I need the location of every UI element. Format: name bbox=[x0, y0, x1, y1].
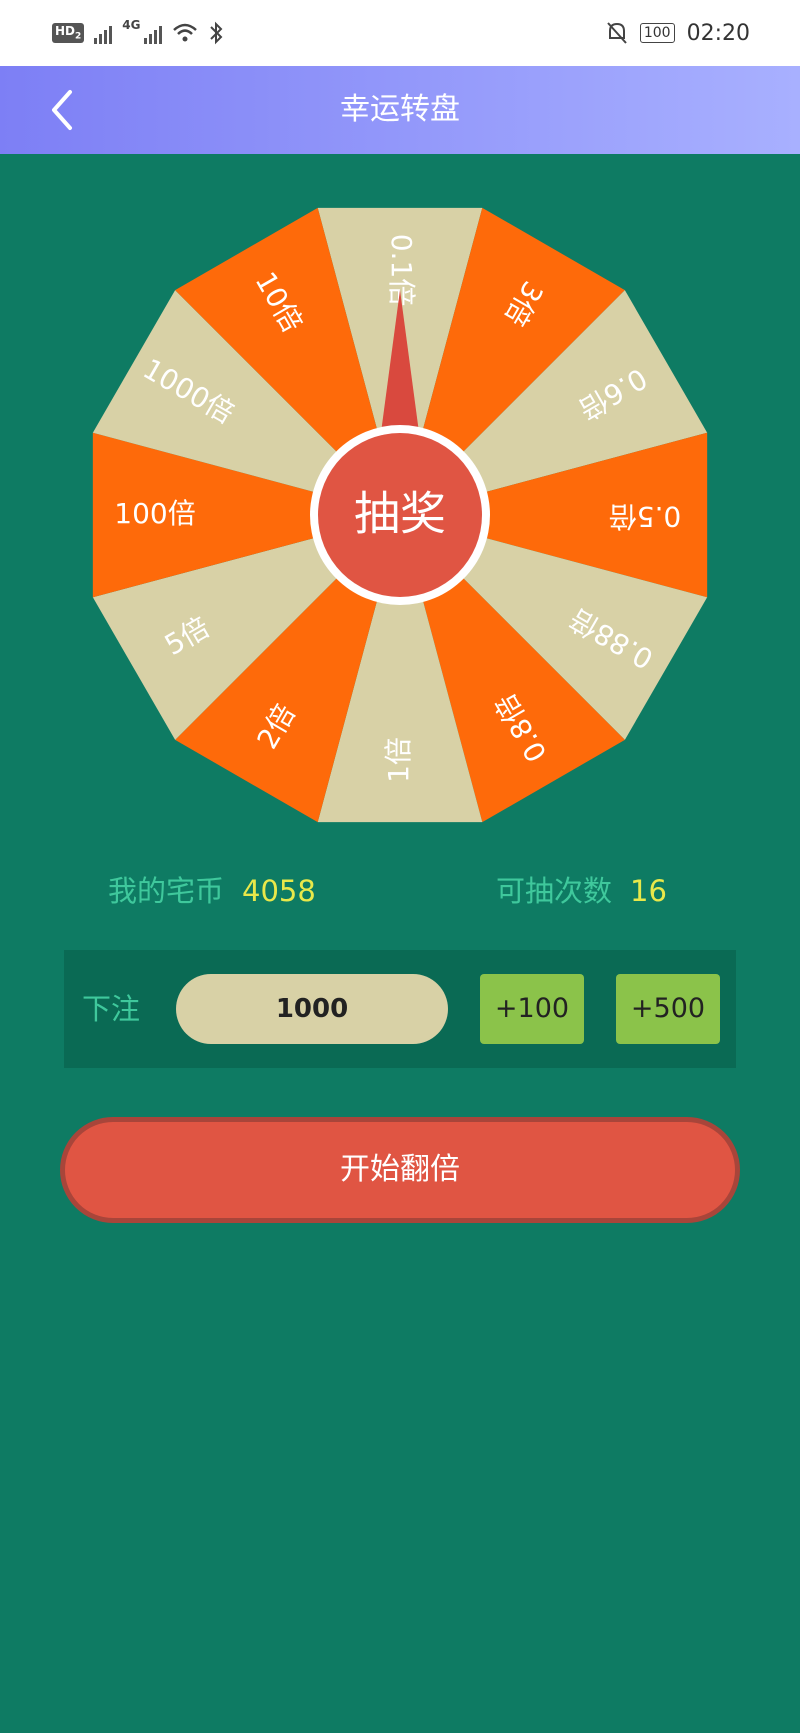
wheel-segment-label: 0.5倍 bbox=[609, 500, 682, 533]
mute-bell-icon bbox=[607, 22, 627, 44]
add-500-button[interactable]: +500 bbox=[616, 974, 720, 1044]
bet-label: 下注 bbox=[82, 992, 141, 1026]
bet-panel: 下注 1000 +100 +500 bbox=[64, 950, 736, 1068]
battery-icon: 100 bbox=[639, 23, 675, 43]
draws-value: 16 bbox=[630, 874, 667, 908]
back-arrow-icon[interactable] bbox=[44, 84, 84, 136]
coins-label: 我的宅币 bbox=[108, 874, 225, 908]
bet-amount-input[interactable]: 1000 bbox=[176, 974, 448, 1044]
coins-stat: 我的宅币 4058 bbox=[108, 868, 316, 910]
wheel-segment-label: 0.1倍 bbox=[385, 234, 418, 307]
app-bar: 幸运转盘 bbox=[0, 66, 800, 154]
clock: 02:20 bbox=[686, 20, 750, 46]
prize-wheel[interactable]: 0.1倍 3倍 0.6倍 0.5倍 0.88倍 0.8倍 1倍 2倍 5倍 100倍 1000倍 10… bbox=[75, 190, 725, 840]
wheel-segment-label: 100倍 bbox=[114, 497, 195, 530]
wifi-icon bbox=[173, 23, 198, 42]
add-100-button[interactable]: +100 bbox=[480, 974, 584, 1044]
wheel-graphic: 0.1倍 3倍0.6倍0.5倍0.88倍0.8倍1倍2倍5倍100倍1000倍10… bbox=[92, 207, 708, 823]
signal-icon bbox=[94, 22, 113, 44]
status-left: HD2 4G bbox=[52, 18, 224, 48]
hd-badge: HD2 bbox=[52, 23, 85, 43]
draw-button-label[interactable]: 抽奖 bbox=[354, 487, 446, 541]
network-type: 4G bbox=[122, 18, 141, 32]
coins-value: 4058 bbox=[242, 874, 316, 908]
signal-icon-2 bbox=[144, 22, 163, 44]
status-bar: HD2 4G 100 02:20 bbox=[0, 0, 800, 66]
start-double-button[interactable]: 开始翻倍 bbox=[60, 1117, 740, 1223]
status-right: 100 02:20 bbox=[606, 16, 750, 50]
page-title: 幸运转盘 bbox=[340, 92, 460, 127]
draws-stat: 可抽次数 16 bbox=[496, 868, 667, 910]
bluetooth-icon bbox=[210, 21, 223, 45]
draws-label: 可抽次数 bbox=[496, 874, 613, 908]
wheel-segment-label: 1倍 bbox=[382, 737, 415, 783]
